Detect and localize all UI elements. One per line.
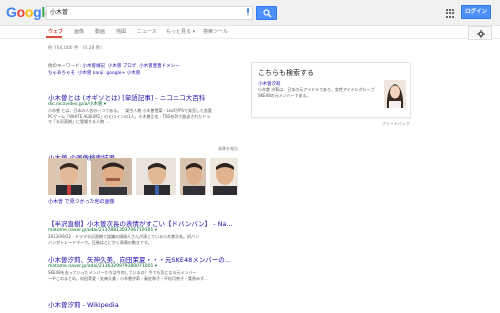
tab-images[interactable]: 画像: [74, 29, 84, 36]
related-link[interactable]: 小木曽靖記: [82, 64, 105, 69]
apps-grid-icon[interactable]: [446, 9, 455, 18]
search-result: 小木曽汐莉 - Wikipedia: [48, 301, 238, 309]
settings-button[interactable]: [468, 26, 492, 40]
entity-photo[interactable]: [384, 80, 406, 108]
result-snippet: マ「半沢直樹」に登場する人物 ...: [48, 119, 110, 124]
gear-icon: [477, 30, 485, 38]
image-thumbnail[interactable]: [179, 158, 206, 195]
related-link[interactable]: ちゃあちゃそ: [48, 71, 75, 76]
image-thumbnail[interactable]: [209, 158, 238, 195]
login-button[interactable]: ログイン: [461, 5, 491, 19]
report-images-link[interactable]: 画像を報告: [218, 146, 238, 152]
tab-videos[interactable]: 動画: [95, 29, 105, 36]
search-result: 【半沢直樹】小木曽次長の表情がすごい【ドバンバン】 - Na... matome…: [48, 220, 238, 245]
result-stats: 約 764,000 件 （0.28 秒）: [48, 46, 105, 51]
more-images-link[interactable]: 小木曽 で見つかった他の画像: [48, 198, 115, 205]
related-link[interactable]: 小木曽 ブログ: [108, 64, 136, 69]
result-snippet: ーやこのまとめ。向田茉夏・矢神久美・小木曽汐莉・秦佐和子・平松可奈子・桑原みず.…: [48, 275, 208, 281]
result-snippet: 小木曽 とは、日本の人名の一つである。 架空人物 小木曽雪菜 - LeafがPS…: [48, 108, 212, 113]
tab-web[interactable]: ウェブ: [48, 29, 63, 36]
search-icon: [263, 9, 272, 18]
search-tabs: ウェブ 画像 動画 地図 ニュース もっと見る ▾ 検索ツール: [0, 27, 500, 39]
top-bar: Google 小木曽 ログイン: [0, 0, 500, 26]
microphone-icon[interactable]: [246, 8, 250, 16]
tab-news[interactable]: ニュース: [137, 29, 157, 36]
result-title[interactable]: 小木曽汐莉 - Wikipedia: [48, 301, 238, 309]
panel-title: こちらも検索する: [258, 69, 314, 77]
tab-search-tools[interactable]: 検索ツール: [203, 29, 228, 36]
search-input[interactable]: 小木曽: [46, 6, 253, 20]
tab-maps[interactable]: 地図: [116, 29, 126, 36]
search-result: 小木曽汐莉、矢神久美、向田茉夏・・・元SKE48メンバーの... matome.…: [48, 256, 238, 281]
related-keywords: 他のキーワード: 小木曽靖記 小木曽 ブログ 小木曽豊豊ドメシー ちゃあちゃそ …: [48, 63, 238, 77]
image-thumbnail[interactable]: [91, 158, 133, 195]
image-thumbnail[interactable]: [48, 158, 88, 195]
search-button[interactable]: [256, 6, 277, 20]
see-also-panel: こちらも検索する 小木曽汐莉 小木曽 汐莉は、日本の元アイドルであり、女性アイド…: [251, 62, 411, 118]
result-title[interactable]: 小木曽とは (オギソとは) [単語記事] - ニコニコ大百科: [48, 94, 238, 102]
result-title[interactable]: 【半沢直樹】小木曽次長の表情がすごい【ドバンバン】 - Na...: [48, 220, 238, 228]
result-title[interactable]: 小木曽汐莉、矢神久美、向田茉夏・・・元SKE48メンバーの...: [48, 256, 238, 264]
result-snippet: バンがトレードマーク。圧巻はとにかく表情の動きです。: [48, 239, 152, 245]
active-tab-indicator: [46, 36, 62, 38]
image-results-header: 小木曽 の画像検索結果 画像を報告: [48, 145, 238, 162]
related-link[interactable]: 小木曽 kanji: [78, 71, 104, 76]
search-result: 小木曽とは (オギソとは) [単語記事] - ニコニコ大百科 dic.nicov…: [48, 94, 238, 125]
related-link[interactable]: 小木曽豊豊ドメシー: [139, 64, 180, 69]
image-results-row: [48, 158, 238, 195]
feedback-link[interactable]: フィードバック: [382, 121, 410, 127]
tab-more[interactable]: もっと見る ▾: [166, 29, 195, 36]
related-link[interactable]: google+ 小木曽: [106, 71, 140, 76]
related-prefix: 他のキーワード:: [48, 64, 82, 69]
panel-description: 小木曽 汐莉は、日本の元アイドルであり、女性アイドルグループSKE48の元メンバ…: [258, 87, 375, 98]
image-thumbnail[interactable]: [136, 158, 176, 195]
